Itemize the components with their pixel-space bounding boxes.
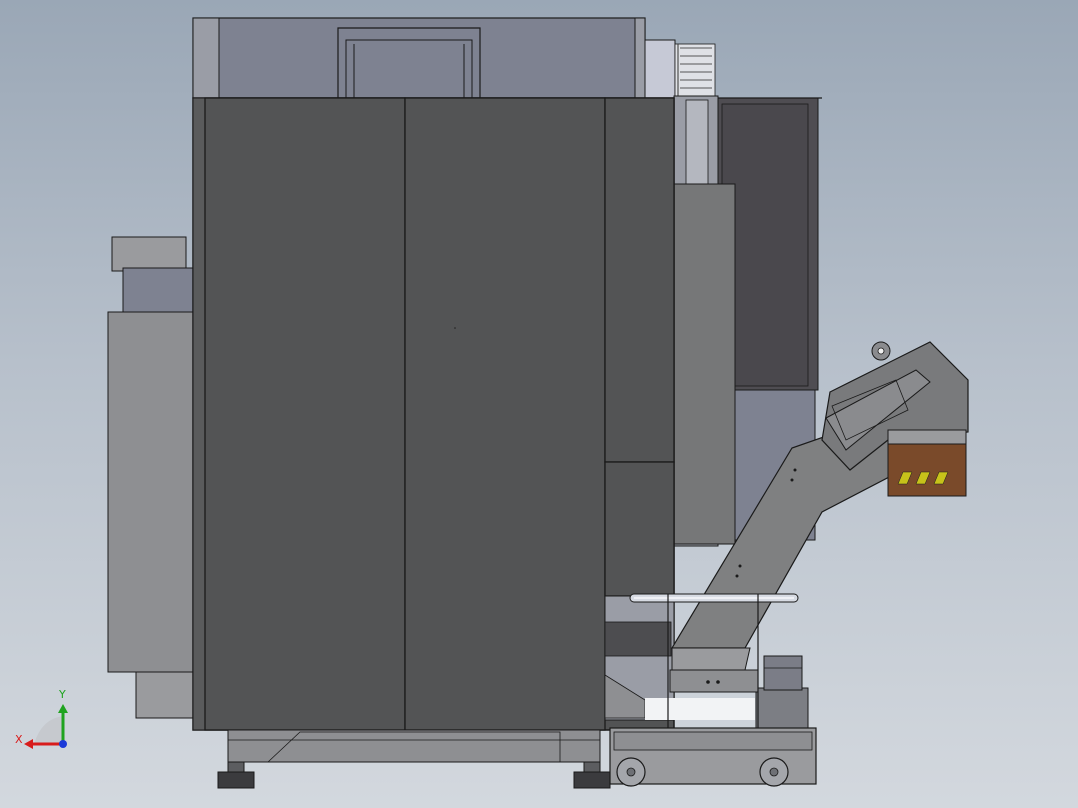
- base-rail: [227, 729, 601, 763]
- conveyor-cart[interactable]: [609, 727, 817, 787]
- caster-hub: [769, 767, 779, 777]
- bolt: [790, 478, 794, 482]
- pump-cylinder: [763, 655, 803, 691]
- chip-bin[interactable]: [887, 429, 967, 497]
- y-axis-arrow: [58, 704, 68, 713]
- door-right[interactable]: [404, 97, 606, 731]
- top-housing-body: [192, 17, 646, 99]
- top-housing-left-strip: [192, 17, 220, 99]
- door-marker: [454, 327, 456, 329]
- bolt: [706, 680, 710, 684]
- top-housing: [192, 17, 716, 99]
- leveling-foot-right-pad: [573, 771, 611, 789]
- cart-upper-rail: [613, 731, 813, 751]
- conveyor-guard: [669, 669, 759, 693]
- bolt: [738, 564, 742, 568]
- top-housing-right-strip: [634, 17, 646, 99]
- z-axis-dot: [59, 740, 67, 748]
- conveyor-base-tray: [671, 647, 751, 671]
- chip-bin-bracket: [887, 429, 967, 445]
- bolt: [716, 680, 720, 684]
- machine-side-view[interactable]: [0, 0, 1078, 808]
- door-left[interactable]: [204, 97, 406, 731]
- triad-x-label: X: [15, 733, 23, 746]
- bolt: [793, 468, 797, 472]
- cabinet-base: [135, 671, 194, 719]
- chip-bin-body: [887, 443, 967, 497]
- bolt: [735, 574, 739, 578]
- cabinet-main-body: [107, 311, 194, 673]
- pump-body: [755, 687, 809, 731]
- base-gap-white: [645, 698, 755, 720]
- x-axis-arrow: [24, 739, 33, 749]
- lifting-eye-hole: [877, 347, 885, 355]
- orientation-triad[interactable]: [24, 704, 68, 749]
- side-sliding-panel: [673, 183, 736, 545]
- spindle-motor-plate: [644, 39, 676, 99]
- leveling-foot-right: [583, 761, 601, 773]
- machine-base: [217, 729, 611, 789]
- cad-graphics-viewport[interactable]: X Y: [0, 0, 1078, 808]
- door-side-lower[interactable]: [604, 461, 675, 597]
- spindle-motor-fins: [674, 43, 716, 99]
- right-column-inner: [685, 99, 709, 185]
- cabinet-blue-panel: [122, 267, 194, 313]
- triad-y-label: Y: [59, 688, 66, 701]
- door-side-upper[interactable]: [604, 97, 675, 463]
- control-cabinet: [107, 236, 194, 719]
- caster-hub: [626, 767, 636, 777]
- door-left-edge: [192, 97, 206, 731]
- triad-shadow: [34, 716, 64, 744]
- lower-opening-dark: [604, 621, 672, 657]
- leveling-foot-left: [227, 761, 245, 773]
- main-doors[interactable]: [192, 97, 675, 731]
- cabinet-top-box: [111, 236, 187, 272]
- leveling-foot-left-pad: [217, 771, 255, 789]
